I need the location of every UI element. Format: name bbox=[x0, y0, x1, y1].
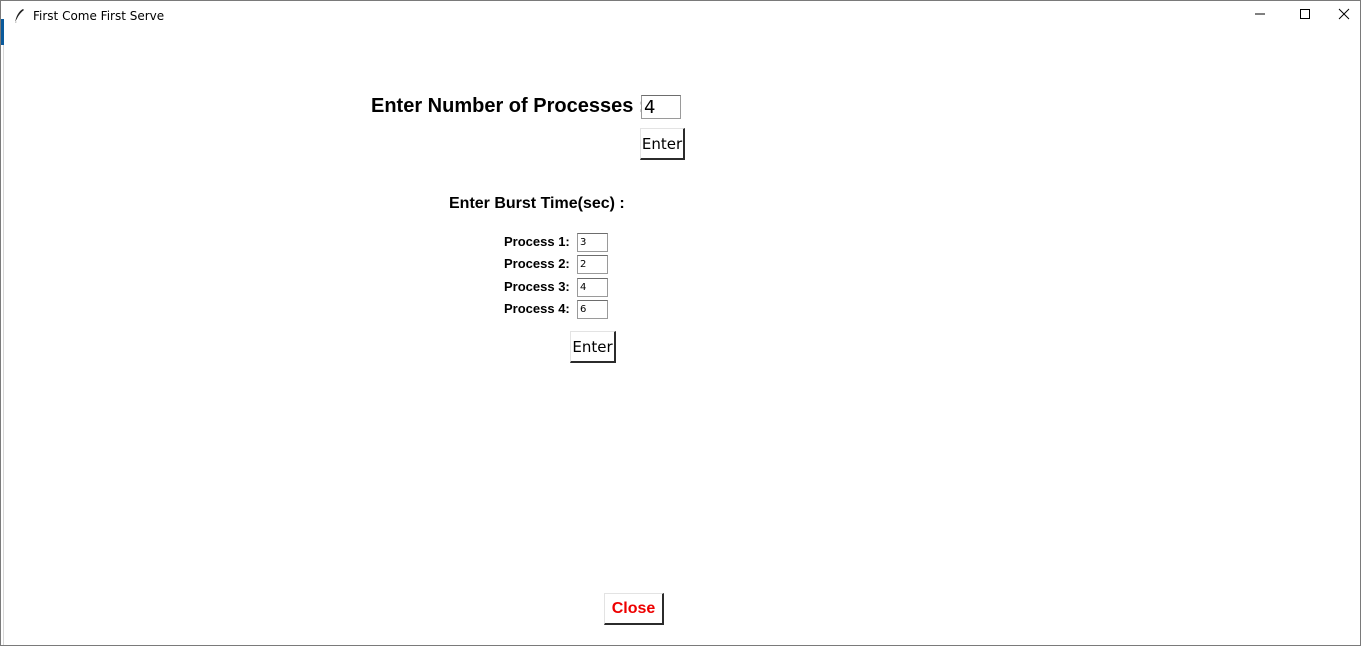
num-processes-input[interactable] bbox=[641, 95, 681, 119]
minimize-icon bbox=[1254, 7, 1266, 25]
burst-time-label: Enter Burst Time(sec) : bbox=[449, 195, 625, 212]
left-accent-bar bbox=[1, 19, 4, 45]
title-bar[interactable]: First Come First Serve bbox=[1, 1, 1360, 31]
process-3-label: Process 3: bbox=[504, 279, 570, 294]
window-title: First Come First Serve bbox=[33, 9, 165, 23]
window-close-button[interactable] bbox=[1327, 1, 1361, 31]
num-processes-label: Enter Number of Processes : bbox=[371, 95, 646, 117]
process-4-label: Process 4: bbox=[504, 301, 570, 316]
process-2-label: Process 2: bbox=[504, 256, 570, 271]
process-1-label: Process 1: bbox=[504, 234, 570, 249]
process-2-burst-input[interactable] bbox=[577, 255, 608, 274]
enter-processes-button[interactable]: Enter bbox=[640, 128, 685, 160]
process-1-burst-input[interactable] bbox=[577, 233, 608, 252]
maximize-button[interactable] bbox=[1282, 1, 1328, 31]
process-4-burst-input[interactable] bbox=[577, 300, 608, 319]
left-border-line bbox=[3, 45, 4, 645]
close-icon bbox=[1338, 7, 1350, 25]
app-window: First Come First Serve Enter Number of P… bbox=[0, 0, 1361, 646]
maximize-icon bbox=[1299, 7, 1311, 25]
process-3-burst-input[interactable] bbox=[577, 278, 608, 297]
enter-burst-button[interactable]: Enter bbox=[570, 331, 616, 363]
minimize-button[interactable] bbox=[1237, 1, 1283, 31]
close-button[interactable]: Close bbox=[604, 593, 664, 625]
feather-icon bbox=[13, 8, 25, 24]
